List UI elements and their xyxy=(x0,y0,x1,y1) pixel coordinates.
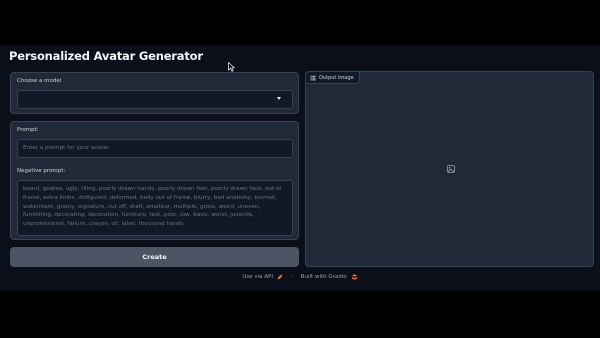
image-grid-icon xyxy=(310,75,316,80)
create-button-label: Create xyxy=(142,253,167,261)
use-via-api-link[interactable]: Use via API xyxy=(242,274,273,280)
model-dropdown[interactable] xyxy=(17,90,293,109)
footer: Use via API · Built with Gradio xyxy=(0,274,600,280)
create-button[interactable]: Create xyxy=(10,247,299,267)
built-with-gradio-link[interactable]: Built with Gradio xyxy=(301,274,347,280)
rocket-icon xyxy=(277,274,283,280)
negative-prompt-label: Negative prompt: xyxy=(17,168,66,174)
prompt-input[interactable]: Enter a prompt for your avatar xyxy=(17,139,293,158)
output-image-label: Output Image xyxy=(319,74,354,81)
image-icon xyxy=(447,165,455,173)
model-label: Choose a model xyxy=(17,78,62,84)
gradio-logo-icon xyxy=(351,274,357,280)
output-image-panel: Output Image xyxy=(305,71,594,267)
model-panel: Choose a model xyxy=(10,72,299,114)
footer-separator: · xyxy=(290,274,293,280)
mouse-cursor-icon xyxy=(228,62,235,72)
prompt-placeholder: Enter a prompt for your avatar xyxy=(23,145,110,151)
chevron-down-icon xyxy=(277,97,281,100)
app-container: Personalized Avatar Generator Choose a m… xyxy=(0,45,600,291)
negative-prompt-textarea[interactable]: beard, goatee, ugly, tiling, poorly draw… xyxy=(17,180,293,236)
page-title: Personalized Avatar Generator xyxy=(9,49,203,63)
output-image-tag: Output Image xyxy=(306,72,360,84)
prompt-panel: Prompt: Enter a prompt for your avatar N… xyxy=(10,121,299,240)
negative-prompt-text: beard, goatee, ugly, tiling, poorly draw… xyxy=(23,186,282,228)
prompt-label: Prompt: xyxy=(17,127,39,133)
